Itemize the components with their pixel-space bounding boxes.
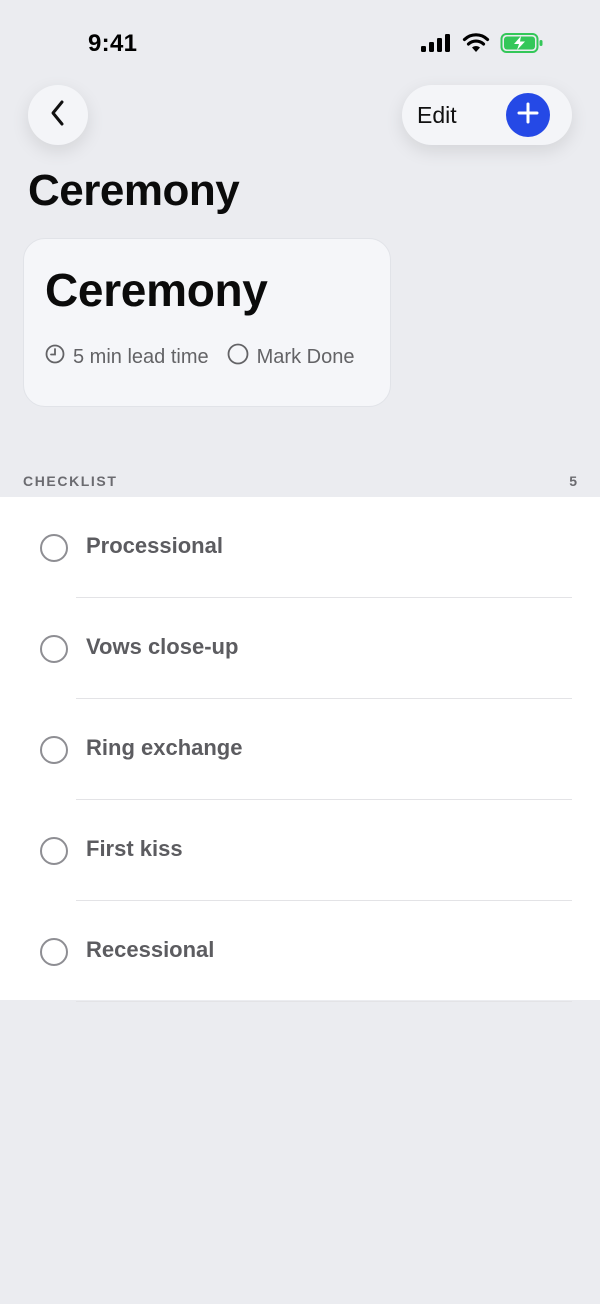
- status-time: 9:41: [88, 30, 138, 57]
- checklist-item-label: Recessional: [86, 937, 215, 962]
- checklist-header: CHECKLIST 5: [23, 473, 577, 489]
- checkbox-circle-icon[interactable]: [40, 635, 68, 663]
- checkbox-circle-icon[interactable]: [40, 736, 68, 764]
- plus-icon: [516, 101, 540, 130]
- checklist-item[interactable]: Vows close-up: [0, 598, 600, 699]
- cellular-signal-icon: [420, 33, 452, 53]
- checklist-count: 5: [569, 473, 577, 489]
- page-title: Ceremony: [28, 166, 240, 215]
- mark-done-label: Mark Done: [256, 345, 355, 368]
- add-button[interactable]: [506, 93, 550, 137]
- mark-done-button[interactable]: Mark Done: [227, 343, 355, 371]
- back-button[interactable]: [28, 85, 88, 145]
- card-meta: 5 min lead time Mark Done: [45, 343, 354, 371]
- screen: 9:41 Edit Ceremony Ceremony 5 min lead t…: [0, 0, 600, 1304]
- clock-icon: [45, 344, 73, 370]
- wifi-icon: [462, 33, 490, 53]
- checkbox-circle-icon[interactable]: [40, 837, 68, 865]
- checklist-item[interactable]: First kiss: [0, 800, 600, 901]
- checkbox-circle-icon[interactable]: [40, 534, 68, 562]
- checklist-item[interactable]: Ring exchange: [0, 699, 600, 800]
- nav-actions: Edit: [402, 85, 572, 145]
- checklist: Processional Vows close-up Ring exchange…: [0, 497, 600, 1002]
- checklist-item-label: Processional: [86, 533, 223, 558]
- battery-charging-icon: [500, 32, 544, 54]
- checklist-item-label: Vows close-up: [86, 634, 239, 659]
- divider: [76, 1001, 572, 1002]
- checklist-title: CHECKLIST: [23, 473, 118, 489]
- checklist-item-label: Ring exchange: [86, 735, 243, 760]
- lead-time: 5 min lead time: [45, 344, 209, 370]
- lead-time-label: 5 min lead time: [73, 345, 209, 368]
- status-icons: [420, 32, 544, 54]
- edit-button[interactable]: Edit: [417, 85, 457, 145]
- status-bar: 9:41: [0, 0, 600, 90]
- checkbox-circle-icon[interactable]: [40, 938, 68, 966]
- chevron-left-icon: [48, 99, 68, 132]
- event-card: Ceremony 5 min lead time Mark Done: [23, 238, 391, 407]
- checklist-item[interactable]: Recessional: [0, 901, 600, 1002]
- checklist-item-label: First kiss: [86, 836, 183, 861]
- card-title: Ceremony: [45, 264, 268, 316]
- circle-icon: [227, 343, 257, 371]
- checklist-item[interactable]: Processional: [0, 497, 600, 598]
